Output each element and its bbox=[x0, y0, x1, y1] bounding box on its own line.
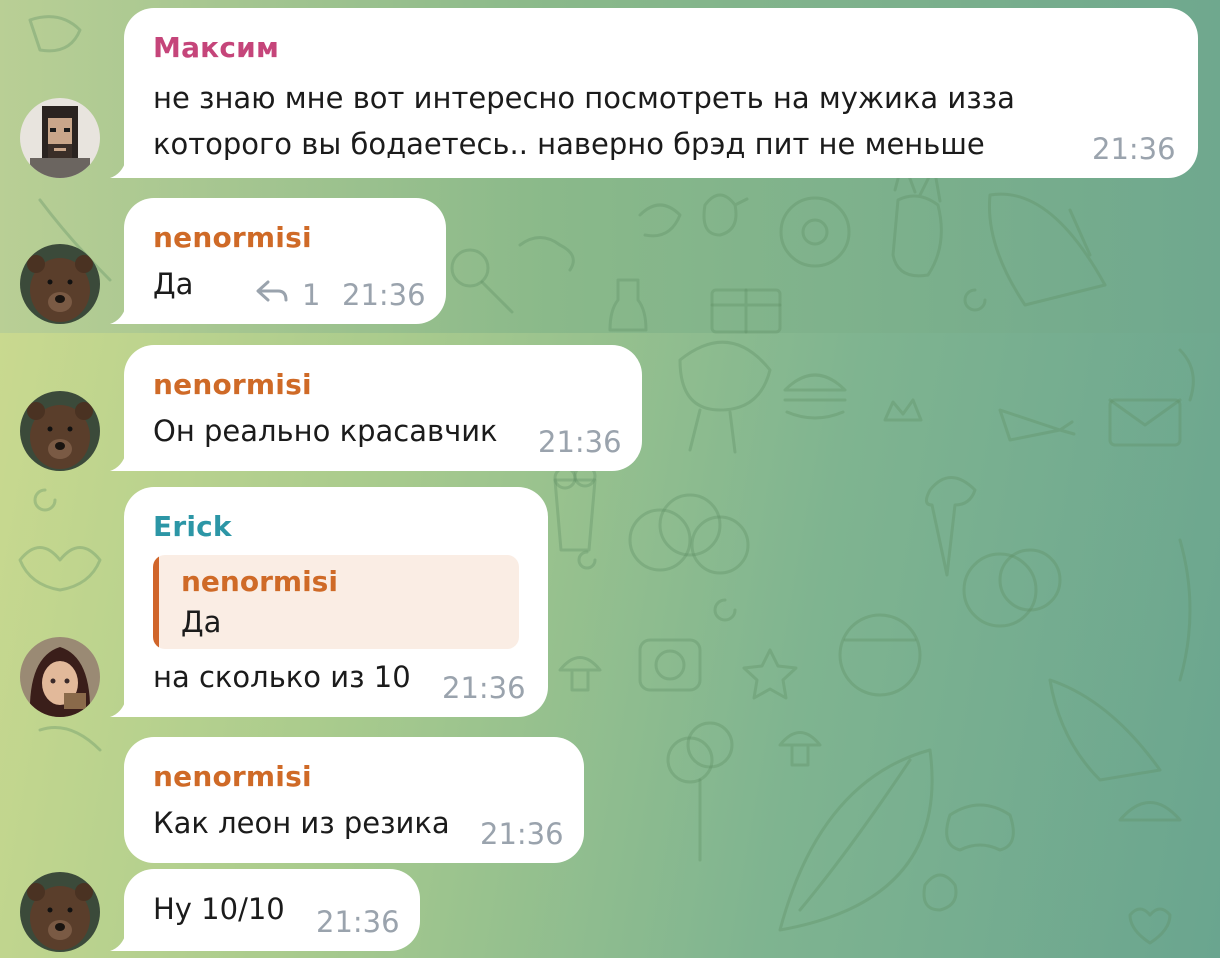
message-text: Он реально красавчик bbox=[153, 414, 498, 448]
sender-name[interactable]: nenormisi bbox=[153, 368, 312, 401]
avatar-nenormisi[interactable] bbox=[20, 244, 100, 324]
message-time: 21:36 bbox=[480, 817, 564, 851]
message-text: Да bbox=[153, 267, 194, 301]
message-bubble[interactable]: Erick nenormisi Да на сколько из 10 21:3… bbox=[110, 487, 548, 717]
bubble-tail bbox=[110, 699, 126, 717]
sender-name[interactable]: nenormisi bbox=[153, 760, 312, 793]
sender-name[interactable]: Erick bbox=[153, 510, 232, 543]
avatar-nenormisi[interactable] bbox=[20, 391, 100, 471]
message-time: 21:36 bbox=[442, 671, 526, 705]
avatar-nenormisi[interactable] bbox=[20, 872, 100, 952]
reply-count[interactable]: 1 bbox=[302, 278, 320, 312]
message-text-line: не знаю мне вот интересно посмотреть на … bbox=[153, 81, 1015, 115]
bubble-tail bbox=[110, 453, 126, 471]
avatar-maksim[interactable] bbox=[20, 98, 100, 178]
message-time: 21:36 bbox=[342, 278, 426, 312]
message-text-line: которого вы бодаетесь.. наверно брэд пит… bbox=[153, 127, 985, 161]
quote-text: Да bbox=[181, 605, 222, 639]
message-text: на сколько из 10 bbox=[153, 660, 411, 694]
message-bubble[interactable]: nenormisi Он реально красавчик 21:36 bbox=[110, 345, 642, 471]
message-time: 21:36 bbox=[316, 905, 400, 939]
quote-bar bbox=[153, 555, 159, 649]
reply-quote[interactable]: nenormisi Да bbox=[153, 555, 519, 649]
reply-icon[interactable] bbox=[256, 280, 288, 304]
message-bubble[interactable]: Максим не знаю мне вот интересно посмотр… bbox=[110, 8, 1198, 178]
bubble-tail bbox=[110, 933, 126, 951]
bubble-tail bbox=[110, 160, 126, 178]
message-bubble[interactable]: nenormisi Как леон из резика 21:36 bbox=[124, 737, 584, 863]
message-time: 21:36 bbox=[1092, 132, 1176, 166]
sender-name[interactable]: Максим bbox=[153, 31, 279, 64]
message-text: Как леон из резика bbox=[153, 806, 450, 840]
quote-sender: nenormisi bbox=[181, 565, 338, 598]
message-bubble[interactable]: nenormisi Да 1 21:36 bbox=[110, 198, 446, 324]
bubble-tail bbox=[110, 306, 126, 324]
message-bubble[interactable]: Ну 10/10 21:36 bbox=[110, 869, 420, 951]
avatar-erick[interactable] bbox=[20, 637, 100, 717]
sender-name[interactable]: nenormisi bbox=[153, 221, 312, 254]
message-text: Ну 10/10 bbox=[153, 892, 285, 926]
message-time: 21:36 bbox=[538, 425, 622, 459]
